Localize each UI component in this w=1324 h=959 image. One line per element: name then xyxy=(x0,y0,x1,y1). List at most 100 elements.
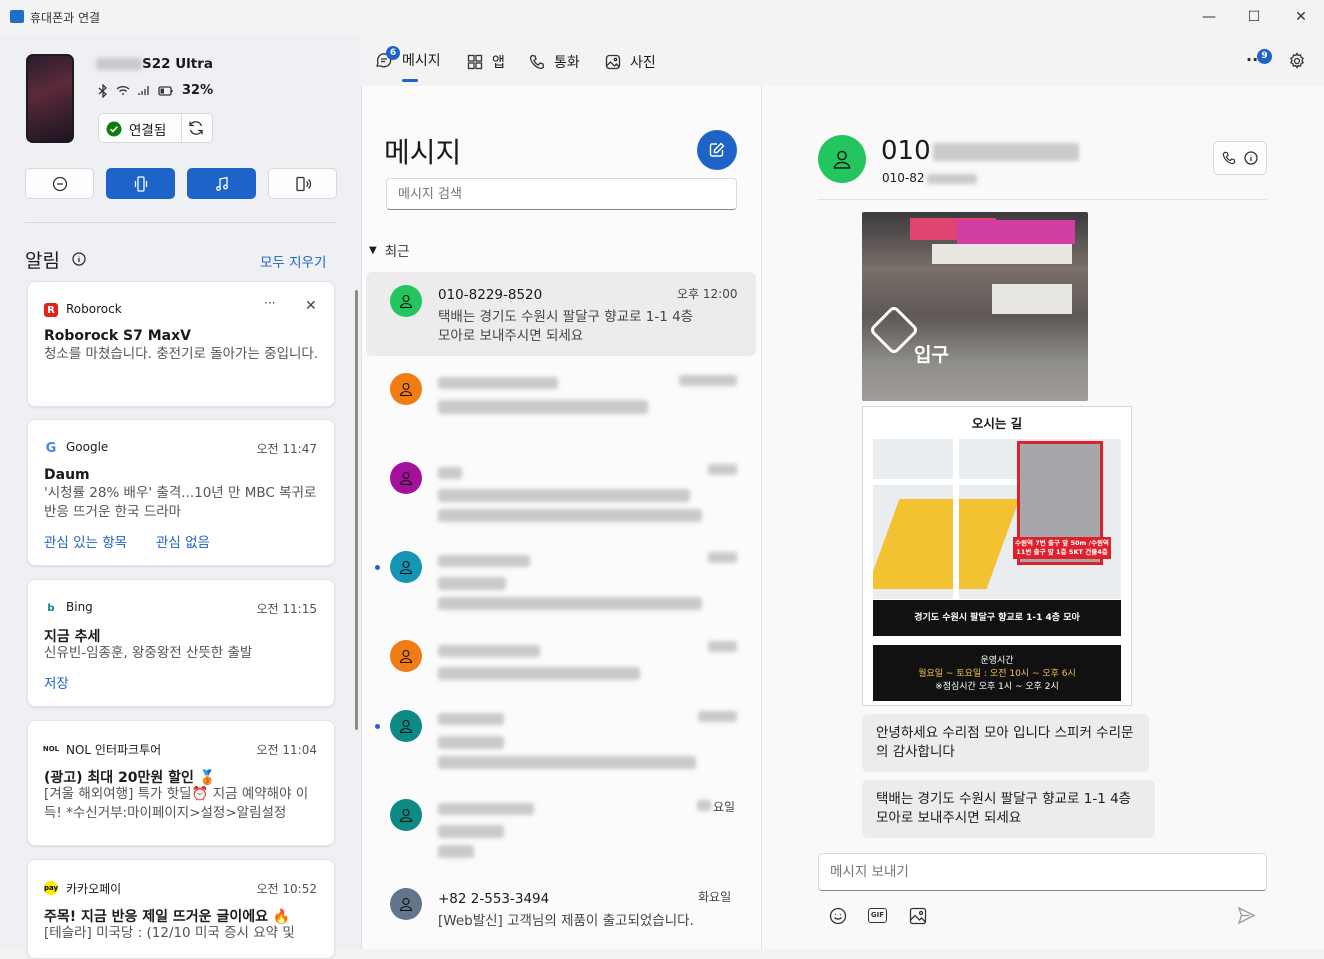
recent-section-header[interactable]: ▼ 최근 xyxy=(369,240,410,260)
notification-card[interactable]: pay 카카오페이 오전 10:52 주목! 지금 반응 제일 뜨거운 글이에요… xyxy=(27,859,335,959)
compose-input[interactable] xyxy=(818,853,1267,891)
interested-button[interactable]: 관심 있는 항목 xyxy=(44,531,127,551)
bluetooth-icon xyxy=(98,83,107,98)
sign-panel xyxy=(992,284,1072,314)
new-message-button[interactable] xyxy=(697,130,737,170)
clear-all-link[interactable]: 모두 지우기 xyxy=(260,251,326,271)
notification-app: 카카오페이 xyxy=(66,882,122,896)
connected-status: 연결됨 xyxy=(106,119,166,139)
redacted-name xyxy=(438,467,462,479)
notification-time: 오전 11:47 xyxy=(256,442,317,456)
contact-avatar[interactable] xyxy=(390,373,422,405)
contact-avatar-large xyxy=(818,135,866,183)
save-button[interactable]: 저장 xyxy=(44,672,69,692)
contact-number: 010-82 xyxy=(882,171,977,185)
chevron-down-icon: ▼ xyxy=(369,244,377,256)
notification-app: NOL 인터파크투어 xyxy=(66,743,162,757)
message-icon: 6 xyxy=(375,46,400,69)
vibrate-button[interactable] xyxy=(106,168,175,199)
contact-avatar[interactable] xyxy=(390,799,422,831)
gear-icon xyxy=(1290,52,1304,69)
tab-photos[interactable]: 사진 xyxy=(605,52,656,72)
redacted-time xyxy=(708,641,737,652)
notification-body: [테슬라] 미국당 : (12/10 미국 증시 요약 및 xyxy=(44,925,295,941)
contact-avatar[interactable] xyxy=(390,888,422,920)
more-button[interactable]: ··· xyxy=(264,296,275,310)
redacted-name xyxy=(438,377,558,389)
hours-title: 운영시간 xyxy=(980,656,1014,666)
google-icon: G xyxy=(44,440,58,456)
more-options-button[interactable]: ·· xyxy=(1246,50,1258,69)
call-info-button[interactable] xyxy=(1213,141,1267,175)
not-interested-button[interactable]: 관심 없음 xyxy=(156,531,210,551)
redacted-preview xyxy=(438,577,506,590)
storefront-photo[interactable]: 입구 xyxy=(862,212,1088,401)
gif-button[interactable]: GIF xyxy=(868,908,887,923)
kakaopay-icon: pay xyxy=(44,881,58,895)
contact-avatar[interactable] xyxy=(390,710,422,742)
phone-icon xyxy=(1222,151,1236,165)
divider xyxy=(181,114,182,142)
notification-card[interactable]: b Bing 오전 11:15 지금 추세 신유빈-임종훈, 왕중왕전 산뜻한 … xyxy=(27,579,335,707)
redacted-name xyxy=(438,645,540,657)
maximize-button[interactable]: ☐ xyxy=(1231,4,1277,30)
redacted-name xyxy=(438,713,504,725)
signal-icon xyxy=(138,86,149,95)
notification-app: Roborock xyxy=(66,302,122,316)
divider xyxy=(25,222,337,223)
image-icon xyxy=(909,907,927,925)
send-button[interactable] xyxy=(1237,906,1256,929)
contact-avatar[interactable] xyxy=(390,462,422,494)
notification-card[interactable]: R Roborock ··· ✕ Roborock S7 MaxV 청소를 마쳤… xyxy=(27,281,335,407)
active-tab-indicator xyxy=(402,79,418,82)
message-bubble[interactable]: 안녕하세요 수리점 모아 입니다 스피커 수리문의 감사합니다 xyxy=(862,714,1149,772)
emoji-button[interactable] xyxy=(829,907,847,929)
redacted-preview xyxy=(438,825,504,838)
roborock-icon: R xyxy=(44,303,58,317)
contact-avatar[interactable] xyxy=(390,640,422,672)
notification-body: 청소를 마쳤습니다. 충전기로 돌아가는 중입니다. xyxy=(44,346,319,362)
conversation-time: 화요일 xyxy=(698,890,732,904)
contact-avatar[interactable] xyxy=(390,551,422,583)
audio-button[interactable] xyxy=(187,168,256,199)
tab-apps[interactable]: 앱 xyxy=(467,52,505,72)
directions-image[interactable]: 오시는 길 수원역 7번 출구 앞 50m /수원역 11번 출구 앞 1층 S… xyxy=(862,406,1132,706)
do-not-disturb-button[interactable] xyxy=(25,168,94,199)
notification-body: 신유빈-임종훈, 왕중왕전 산뜻한 출발 xyxy=(44,645,253,661)
sign-white xyxy=(932,244,1072,264)
notification-title: Roborock S7 MaxV xyxy=(44,328,191,344)
divider xyxy=(818,199,1267,200)
redacted-time xyxy=(708,464,737,475)
conversation-preview: 택배는 경기도 수원시 팔달구 향교로 1-1 4층 모아로 보내주시면 되세요 xyxy=(438,309,694,344)
title-bar: 휴대폰과 연결 — ☐ ✕ xyxy=(0,0,1324,34)
info-icon[interactable] xyxy=(72,252,86,270)
do-not-disturb-icon xyxy=(52,176,67,191)
hours-banner: 운영시간 월요일 ~ 토요일 : 오전 10시 ~ 오후 6시 ※점심시간 오후… xyxy=(873,645,1121,701)
notification-title: (광고) 최대 20만원 할인 🥉 xyxy=(44,770,217,786)
dismiss-button[interactable]: ✕ xyxy=(305,298,317,314)
notification-time: 오전 10:52 xyxy=(256,882,317,896)
message-bubble[interactable]: 택배는 경기도 수원시 팔달구 향교로 1-1 4층 모아로 보내주시면 되세요 xyxy=(862,780,1155,838)
notification-card[interactable]: NOL NOL 인터파크투어 오전 11:04 (광고) 최대 20만원 할인 … xyxy=(27,720,335,846)
close-window-button[interactable]: ✕ xyxy=(1278,4,1324,30)
redacted-preview xyxy=(438,756,696,769)
info-icon xyxy=(1244,151,1258,165)
tab-calls[interactable]: 통화 xyxy=(529,52,580,72)
redacted-number xyxy=(932,142,1079,161)
minimize-button[interactable]: — xyxy=(1186,4,1232,30)
redacted-name xyxy=(438,803,534,815)
message-search-input[interactable] xyxy=(386,178,737,210)
scrollbar-thumb[interactable] xyxy=(355,290,358,730)
redacted-preview xyxy=(438,667,640,680)
phone-audio-button[interactable] xyxy=(268,168,337,199)
unread-dot xyxy=(375,565,380,570)
attach-image-button[interactable] xyxy=(909,907,927,929)
refresh-icon xyxy=(189,121,203,135)
device-status-row: 32% xyxy=(98,83,213,98)
refresh-button[interactable] xyxy=(187,119,205,141)
notification-card[interactable]: G Google 오전 11:47 Daum '시청률 28% 배우' 출격..… xyxy=(27,419,335,566)
map-road xyxy=(953,439,959,599)
tab-messages[interactable]: 6 메시지 xyxy=(375,46,441,70)
send-icon xyxy=(1237,906,1256,925)
settings-button[interactable] xyxy=(1288,52,1306,74)
